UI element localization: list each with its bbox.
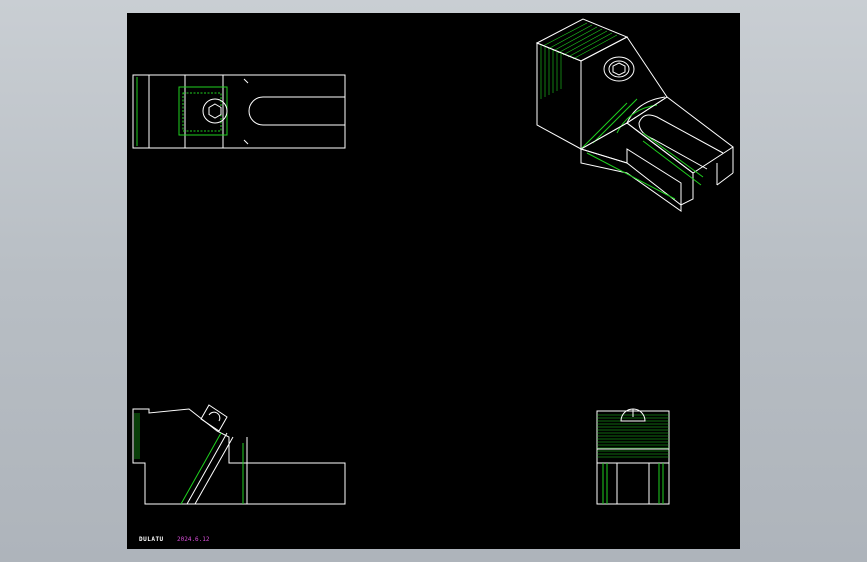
front-view-screw-head bbox=[200, 404, 228, 432]
side-view bbox=[596, 408, 670, 505]
iso-front-face bbox=[580, 36, 668, 150]
top-view-slot bbox=[248, 96, 345, 126]
hex-socket-icon bbox=[208, 103, 222, 119]
front-view-outline bbox=[132, 408, 346, 505]
front-view-incline bbox=[194, 436, 234, 505]
front-view bbox=[132, 404, 346, 505]
top-view-outline bbox=[132, 74, 346, 149]
iso-left-face-hatch bbox=[540, 45, 562, 99]
side-view-outline bbox=[596, 410, 670, 505]
hex-socket-icon bbox=[612, 62, 626, 76]
iso-left-face bbox=[536, 42, 582, 150]
section-mark bbox=[243, 78, 249, 84]
iso-hidden-edge bbox=[586, 152, 676, 200]
front-view-screw-socket bbox=[208, 411, 221, 422]
front-view-incline bbox=[186, 432, 228, 505]
iso-arm-end-edge bbox=[716, 172, 734, 186]
drawing-canvas[interactable]: DULATU 2024.6.12 bbox=[127, 13, 740, 549]
title-block-date: 2024.6.12 bbox=[177, 536, 210, 543]
title-block-author: DULATU bbox=[139, 536, 164, 543]
cad-drawing bbox=[132, 18, 734, 505]
section-mark bbox=[243, 139, 249, 145]
iso-hidden-edge bbox=[580, 102, 628, 150]
iso-hidden-edge bbox=[642, 140, 702, 186]
top-view bbox=[132, 74, 346, 149]
isometric-view bbox=[535, 18, 734, 212]
iso-hidden-edge bbox=[642, 132, 704, 178]
front-view-hatch bbox=[134, 413, 140, 459]
iso-arm-front-face bbox=[579, 122, 694, 206]
